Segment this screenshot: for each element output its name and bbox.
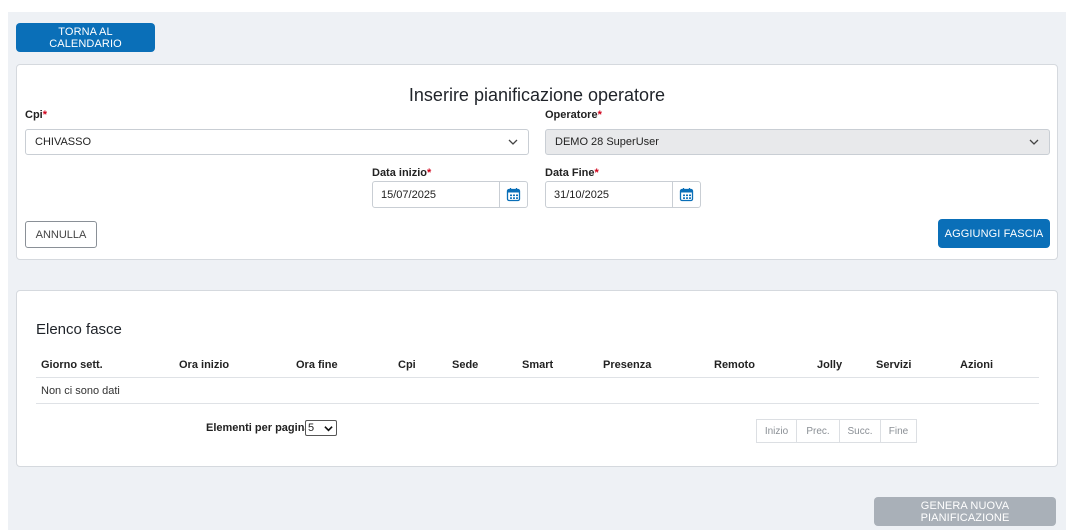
calendar-icon[interactable] xyxy=(506,187,521,202)
column-header: Sede xyxy=(452,359,479,371)
table-bottom-divider xyxy=(36,403,1039,404)
add-slot-button[interactable]: AGGIUNGI FASCIA xyxy=(938,219,1050,248)
pager-last-button[interactable]: Fine xyxy=(880,419,917,443)
data-fine-label: Data Fine* xyxy=(545,167,599,179)
column-header: Ora inizio xyxy=(179,359,230,371)
data-inizio-input[interactable]: 15/07/2025 xyxy=(372,181,528,208)
generate-planning-button[interactable]: GENERA NUOVA PIANIFICAZIONE xyxy=(874,497,1056,526)
slots-list-card: Elenco fasce Giorno sett. Ora inizio Ora… xyxy=(16,290,1058,467)
cancel-button[interactable]: ANNULLA xyxy=(25,221,97,248)
column-header: Presenza xyxy=(603,359,652,371)
table-header-divider xyxy=(36,377,1039,378)
back-to-calendar-button[interactable]: TORNA AL CALENDARIO xyxy=(16,23,155,52)
calendar-icon[interactable] xyxy=(679,187,694,202)
form-title: Inserire pianificazione operatore xyxy=(408,85,666,105)
data-inizio-value: 15/07/2025 xyxy=(381,188,437,201)
operatore-label: Operatore* xyxy=(545,109,602,121)
column-header: Jolly xyxy=(817,359,843,371)
per-page-label: Elementi per pagina xyxy=(206,422,311,434)
column-header: Smart xyxy=(522,359,554,371)
date-divider xyxy=(672,182,673,207)
pager-first-button[interactable]: Inizio xyxy=(756,419,797,443)
operatore-select-value: DEMO 28 SuperUser xyxy=(555,136,659,148)
cpi-select[interactable]: CHIVASSO xyxy=(25,129,529,155)
cpi-label: Cpi* xyxy=(25,109,48,121)
column-header: Cpi xyxy=(398,359,416,371)
column-header: Azioni xyxy=(960,359,993,371)
per-page-value: 5 xyxy=(308,422,315,434)
date-divider xyxy=(499,182,500,207)
pagination: Inizio Prec. Succ. Fine xyxy=(756,419,917,443)
pager-next-button[interactable]: Succ. xyxy=(839,419,881,443)
pager-prev-button[interactable]: Prec. xyxy=(796,419,840,443)
operatore-select[interactable]: DEMO 28 SuperUser xyxy=(545,129,1050,155)
list-title: Elenco fasce xyxy=(36,321,122,338)
chevron-down-icon xyxy=(324,426,333,432)
data-fine-value: 31/10/2025 xyxy=(554,188,610,201)
column-header: Remoto xyxy=(714,359,755,371)
column-header: Giorno sett. xyxy=(41,359,103,371)
chevron-down-icon xyxy=(1029,139,1039,145)
planning-form-card: Inserire pianificazione operatore Cpi* C… xyxy=(16,64,1058,260)
cpi-select-value: CHIVASSO xyxy=(35,136,92,148)
per-page-select[interactable]: 5 xyxy=(305,420,337,436)
chevron-down-icon xyxy=(508,139,518,145)
data-fine-input[interactable]: 31/10/2025 xyxy=(545,181,701,208)
column-header: Ora fine xyxy=(296,359,338,371)
data-inizio-label: Data inizio* xyxy=(372,167,432,179)
empty-table-message: Non ci sono dati xyxy=(41,385,120,397)
column-header: Servizi xyxy=(876,359,912,371)
